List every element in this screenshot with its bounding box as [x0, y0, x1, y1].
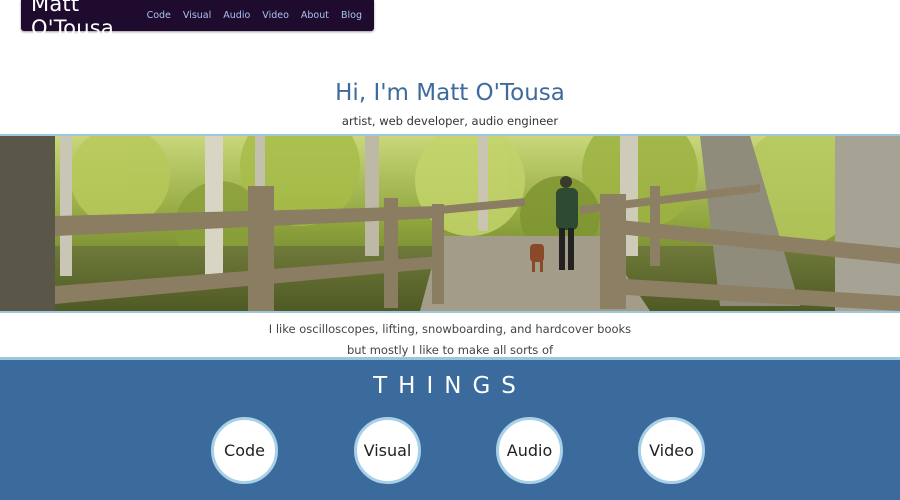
hero-photo-banner: [0, 134, 900, 313]
intro-line-1: I like oscilloscopes, lifting, snowboard…: [268, 322, 632, 336]
nav-link-code[interactable]: Code: [147, 10, 171, 21]
nav-link-audio[interactable]: Audio: [223, 10, 250, 21]
nav-link-visual[interactable]: Visual: [183, 10, 211, 21]
top-navbar: Matt O'Tousa Code Visual Audio Video Abo…: [21, 0, 374, 40]
forest-path-photo: [0, 136, 900, 311]
site-brand[interactable]: Matt O'Tousa: [31, 0, 137, 40]
things-video-button[interactable]: Video: [638, 417, 705, 484]
things-visual-button[interactable]: Visual: [354, 417, 421, 484]
nav-link-about[interactable]: About: [301, 10, 329, 21]
things-section: THINGS Code Visual Audio Video: [0, 357, 900, 500]
hero-subtitle: artist, web developer, audio engineer: [341, 114, 559, 128]
nav-link-video[interactable]: Video: [262, 10, 289, 21]
nav-link-blog[interactable]: Blog: [341, 10, 362, 21]
intro-text: I like oscilloscopes, lifting, snowboard…: [0, 319, 900, 361]
things-audio-button[interactable]: Audio: [496, 417, 563, 484]
things-code-button[interactable]: Code: [211, 417, 278, 484]
hero-title: Hi, I'm Matt O'Tousa: [335, 80, 565, 106]
things-heading: THINGS: [373, 373, 527, 399]
